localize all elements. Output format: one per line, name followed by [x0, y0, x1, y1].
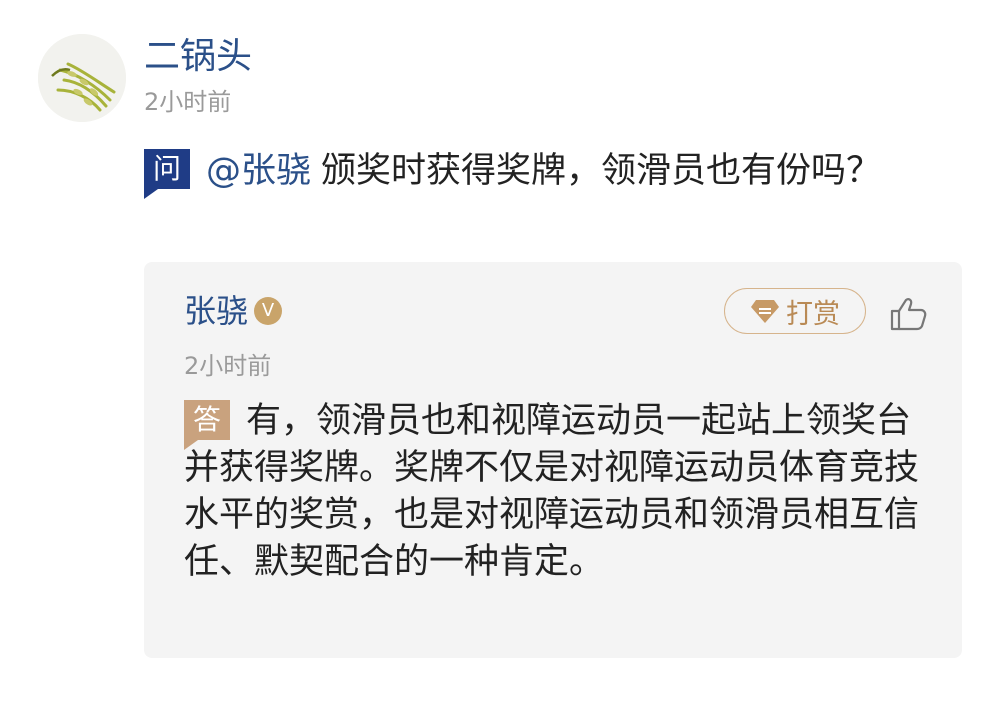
question-text: 颁奖时获得奖牌，领滑员也有份吗？	[321, 151, 882, 191]
thumbs-up-icon[interactable]	[888, 296, 928, 332]
question-badge: 问	[144, 149, 190, 199]
mention-link[interactable]: @张骁	[206, 151, 311, 191]
answer-text-block: 答有，领滑员也和视障运动员一起站上领奖台并获得奖牌。奖牌不仅是对视障运动员体育竞…	[184, 398, 922, 586]
gem-icon	[751, 300, 779, 323]
answer-badge: 答	[184, 400, 230, 450]
answerer-header[interactable]: 张骁 V	[184, 290, 283, 332]
question-text-block: 问 @张骁 颁奖时获得奖牌，领滑员也有份吗？	[144, 146, 904, 199]
question-timestamp: 2小时前	[144, 88, 232, 116]
grass-avatar-icon	[38, 34, 126, 122]
answer-timestamp: 2小时前	[184, 352, 272, 380]
asker-avatar[interactable]	[38, 34, 126, 122]
answerer-name[interactable]: 张骁	[184, 290, 248, 332]
asker-name[interactable]: 二锅头	[144, 34, 252, 80]
verified-v-icon: V	[254, 297, 283, 325]
answer-text: 有，领滑员也和视障运动员一起站上领奖台并获得奖牌。奖牌不仅是对视障运动员体育竞技…	[184, 401, 920, 582]
answer-card: 张骁 V 打赏 2小时前 答有，领滑员也和视障运动员一起站上领奖台并获得奖牌。奖…	[144, 262, 962, 658]
tip-label: 打赏	[786, 298, 840, 330]
tip-button[interactable]: 打赏	[724, 288, 866, 334]
